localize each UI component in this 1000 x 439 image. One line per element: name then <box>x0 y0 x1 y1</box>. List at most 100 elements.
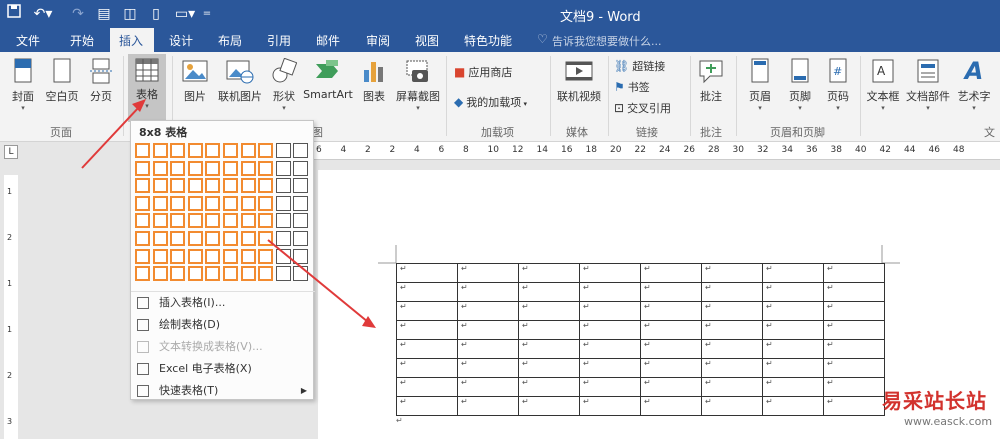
table-cell[interactable]: ↵ <box>823 396 885 416</box>
grid-cell[interactable] <box>240 266 256 282</box>
tab-home[interactable]: 开始 <box>70 32 94 49</box>
menu-item[interactable]: Excel 电子表格(X) <box>131 358 315 380</box>
grid-cell[interactable] <box>152 195 168 211</box>
table-cell[interactable]: ↵ <box>396 377 458 397</box>
grid-cell[interactable] <box>135 195 150 211</box>
grid-cell[interactable] <box>152 160 168 176</box>
table-cell[interactable]: ↵ <box>823 339 885 359</box>
grid-cell[interactable] <box>170 248 186 264</box>
table-cell[interactable]: ↵ <box>762 339 824 359</box>
table-cell[interactable]: ↵ <box>518 282 580 302</box>
table-cell[interactable]: ↵ <box>640 339 702 359</box>
table-cell[interactable]: ↵ <box>518 301 580 321</box>
grid-cell[interactable] <box>258 178 274 194</box>
table-cell[interactable]: ↵ <box>396 301 458 321</box>
page-break-button[interactable]: 分页 <box>86 58 116 104</box>
grid-cell[interactable] <box>275 195 291 211</box>
grid-cell[interactable] <box>170 143 186 158</box>
grid-cell[interactable] <box>152 248 168 264</box>
chart-button[interactable]: 图表 <box>358 58 390 104</box>
grid-cell[interactable] <box>205 266 221 282</box>
table-cell[interactable]: ↵ <box>701 282 763 302</box>
horizontal-ruler[interactable]: 6 4 2 2 4 6 8 10 12 14 16 18 20 22 24 26 28 30 32 34 36 38 40 4… <box>290 142 1000 160</box>
grid-cell[interactable] <box>152 231 168 246</box>
grid-cell[interactable] <box>135 178 150 194</box>
tab-selector[interactable]: L <box>4 145 18 159</box>
grid-cell[interactable] <box>240 231 256 246</box>
table-cell[interactable]: ↵ <box>823 282 885 302</box>
grid-cell[interactable] <box>152 143 168 158</box>
menu-item[interactable]: 插入表格(I)... <box>131 292 315 314</box>
read-mode-icon[interactable]: ◫ <box>122 4 138 24</box>
grid-cell[interactable] <box>223 248 238 264</box>
print-preview-icon[interactable]: ▤ <box>96 4 112 24</box>
grid-cell[interactable] <box>135 160 150 176</box>
grid-cell[interactable] <box>275 266 291 282</box>
grid-cell[interactable] <box>258 160 274 176</box>
grid-cell[interactable] <box>187 195 203 211</box>
grid-cell[interactable] <box>187 248 203 264</box>
grid-cell[interactable] <box>187 231 203 246</box>
vertical-ruler[interactable]: 1 2 1 1 2 3 <box>4 175 18 439</box>
grid-cell[interactable] <box>223 231 238 246</box>
customize-qa-icon[interactable]: = <box>202 4 212 24</box>
tab-references[interactable]: 引用 <box>267 32 291 49</box>
cross-reference-button[interactable]: ⊡ 交叉引用 <box>614 100 671 116</box>
grid-cell[interactable] <box>170 231 186 246</box>
grid-cell[interactable] <box>187 160 203 176</box>
new-doc-icon[interactable]: ▯ <box>148 4 164 24</box>
grid-cell[interactable] <box>275 248 291 264</box>
table-cell[interactable]: ↵ <box>396 263 458 283</box>
grid-cell[interactable] <box>240 143 256 158</box>
grid-cell[interactable] <box>223 143 238 158</box>
grid-cell[interactable] <box>223 160 238 176</box>
grid-cell[interactable] <box>135 231 150 246</box>
wordart-button[interactable]: A 艺术字 ▾ <box>954 58 994 112</box>
table-cell[interactable]: ↵ <box>457 282 519 302</box>
table-cell[interactable]: ↵ <box>518 358 580 378</box>
tell-me-box[interactable]: 告诉我您想要做什么... <box>552 33 662 49</box>
table-cell[interactable]: ↵ <box>457 339 519 359</box>
table-cell[interactable]: ↵ <box>762 396 824 416</box>
grid-cell[interactable] <box>170 160 186 176</box>
table-cell[interactable]: ↵ <box>701 339 763 359</box>
hyperlink-button[interactable]: ⛓ 超链接 <box>614 58 665 74</box>
cover-page-button[interactable]: 封面 ▾ <box>8 58 38 112</box>
table-cell[interactable]: ↵ <box>518 320 580 340</box>
table-cell[interactable]: ↵ <box>762 358 824 378</box>
table-cell[interactable]: ↵ <box>579 396 641 416</box>
table-cell[interactable]: ↵ <box>701 263 763 283</box>
table-cell[interactable]: ↵ <box>701 377 763 397</box>
online-video-button[interactable]: 联机视频 <box>554 58 604 104</box>
menu-item[interactable]: 绘制表格(D) <box>131 314 315 336</box>
tab-view[interactable]: 视图 <box>415 32 439 49</box>
document-table[interactable]: ↵ ↵ ↵ ↵ ↵ ↵ ↵ ↵ ↵ ↵ ↵ ↵ ↵ ↵ ↵ ↵ ↵ ↵ ↵ ↵ ↵ ↵ ↵ ↵ ↵ ↵ ↵ ↵ ↵ ↵ ↵ ↵ ↵ ↵ ↵ ↵ ↵ ↵ ↵ ↵… <box>396 263 885 416</box>
table-cell[interactable]: ↵ <box>640 282 702 302</box>
grid-cell[interactable] <box>152 266 168 282</box>
grid-cell[interactable] <box>223 266 238 282</box>
grid-cell[interactable] <box>293 266 309 282</box>
grid-cell[interactable] <box>170 178 186 194</box>
grid-cell[interactable] <box>258 266 274 282</box>
grid-cell[interactable] <box>293 195 309 211</box>
table-cell[interactable]: ↵ <box>457 263 519 283</box>
grid-cell[interactable] <box>275 160 291 176</box>
table-cell[interactable]: ↵ <box>579 282 641 302</box>
table-cell[interactable]: ↵ <box>823 263 885 283</box>
grid-cell[interactable] <box>205 231 221 246</box>
table-cell[interactable]: ↵ <box>579 301 641 321</box>
redo-icon[interactable]: ↷ <box>70 4 86 24</box>
table-cell[interactable]: ↵ <box>579 320 641 340</box>
table-cell[interactable]: ↵ <box>396 282 458 302</box>
table-cell[interactable]: ↵ <box>762 377 824 397</box>
grid-cell[interactable] <box>187 266 203 282</box>
online-picture-button[interactable]: 联机图片 <box>214 58 266 104</box>
table-cell[interactable]: ↵ <box>518 377 580 397</box>
table-cell[interactable]: ↵ <box>457 396 519 416</box>
tab-design[interactable]: 设计 <box>169 32 193 49</box>
grid-cell[interactable] <box>258 213 274 229</box>
grid-cell[interactable] <box>293 213 309 229</box>
table-cell[interactable]: ↵ <box>701 301 763 321</box>
table-cell[interactable]: ↵ <box>640 396 702 416</box>
quick-parts-button[interactable]: 文档部件 ▾ <box>904 58 952 112</box>
